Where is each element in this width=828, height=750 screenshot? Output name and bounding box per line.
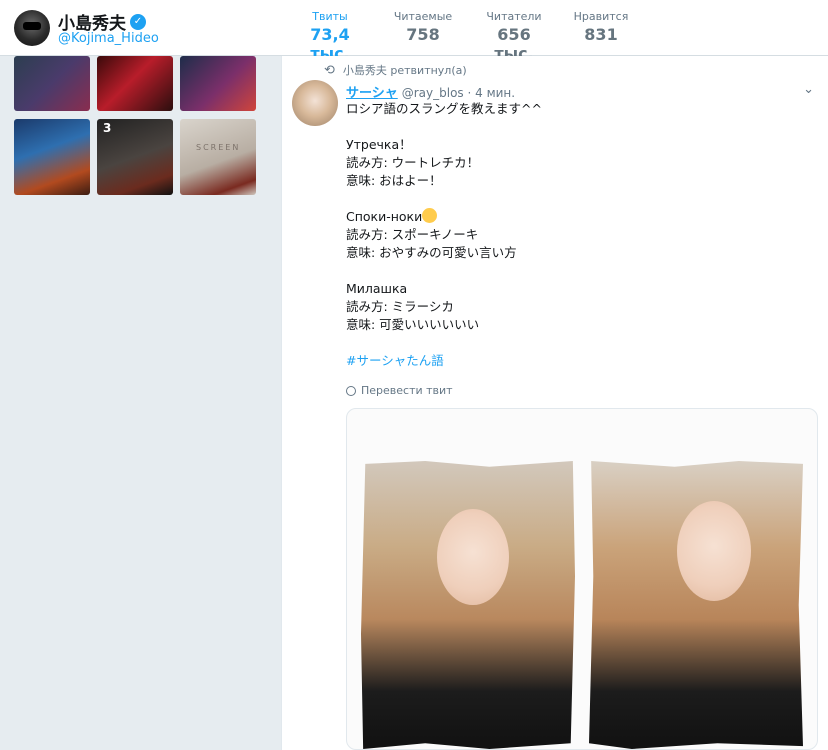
tweet-line: ロシア語のスラングを教えます^^ <box>346 101 542 116</box>
thumbnail-text: SCREEN <box>196 143 241 152</box>
translate-tweet-link[interactable]: Перевести твит <box>346 384 453 397</box>
media-thumbnail[interactable]: 3 <box>97 119 173 195</box>
thumbnail-text: 3 <box>103 121 112 135</box>
profile-avatar[interactable] <box>14 10 50 46</box>
stat-following[interactable]: Читаемые 758 <box>393 10 453 44</box>
chevron-down-icon[interactable]: ⌄ <box>803 82 814 97</box>
timeline: ⟲ 小島秀夫 ретвитнул(а) サーシャ @ray_blos · 4 м… <box>281 56 828 750</box>
stat-following-value: 758 <box>406 25 440 44</box>
tweet-line: Утречка！ <box>346 137 412 152</box>
tweet-line: 意味: 可愛いいいいいい <box>346 317 480 332</box>
retweet-icon: ⟲ <box>324 62 335 78</box>
photo-subject <box>437 509 509 605</box>
tweet-photo[interactable] <box>589 461 803 749</box>
translate-label: Перевести твит <box>361 384 453 397</box>
retweet-context: ⟲ 小島秀夫 ретвитнул(а) <box>324 62 467 78</box>
profile-handle[interactable]: @Kojima_Hideo <box>58 31 159 46</box>
tweet-line-with-emoji: Споки-ноки <box>346 208 806 226</box>
stat-likes-value: 831 <box>584 25 618 44</box>
tweet-line: Милашка <box>346 281 408 296</box>
tweet-line: 読み方: スポーキノーキ <box>346 227 479 242</box>
tweet-line: 意味: おはよー！ <box>346 173 442 188</box>
tweet-text: ロシア語のスラングを教えます^^ Утречка！ 読み方: ウートレチカ！ 意… <box>346 100 806 370</box>
stat-likes[interactable]: Нравится 831 <box>572 10 630 44</box>
tweet-line: 意味: おやすみの可愛い言い方 <box>346 245 517 260</box>
profile-header-bar: 小島秀夫 ✓ @Kojima_Hideo Твиты 73,4 тыс. Чит… <box>0 0 828 73</box>
tweet-header: サーシャ @ray_blos · 4 мин. <box>346 82 515 101</box>
sleeping-face-emoji-icon <box>422 208 438 223</box>
stat-followers-label: Читатели <box>486 10 542 23</box>
tweet-photo[interactable] <box>361 461 575 749</box>
globe-icon <box>346 385 356 396</box>
stat-likes-label: Нравится <box>573 10 629 23</box>
media-thumbnail[interactable] <box>180 56 256 111</box>
stat-tweets-label: Твиты <box>312 10 348 23</box>
tweet-media-card[interactable] <box>346 408 818 750</box>
media-thumbnail[interactable] <box>14 56 90 111</box>
tweet-line: Споки-ноки <box>346 209 423 224</box>
hashtag-link[interactable]: #サーシャたん語 <box>346 352 806 370</box>
verified-icon: ✓ <box>130 13 146 30</box>
tweet-handle-time[interactable]: @ray_blos · 4 мин. <box>402 86 515 100</box>
tweet-author-avatar[interactable] <box>292 80 338 126</box>
tweet-line: 読み方: ウートレチカ！ <box>346 155 480 170</box>
media-thumbnail[interactable] <box>14 119 90 195</box>
stat-following-label: Читаемые <box>393 10 453 23</box>
tweet-author-name[interactable]: サーシャ <box>346 82 398 101</box>
retweeted-by-text[interactable]: 小島秀夫 ретвитнул(а) <box>343 62 467 78</box>
media-thumbnail[interactable]: SCREEN <box>180 119 256 195</box>
tweet-line: 読み方: ミラーシカ <box>346 299 454 314</box>
photo-subject <box>677 501 751 601</box>
media-thumbnail[interactable] <box>97 56 173 111</box>
